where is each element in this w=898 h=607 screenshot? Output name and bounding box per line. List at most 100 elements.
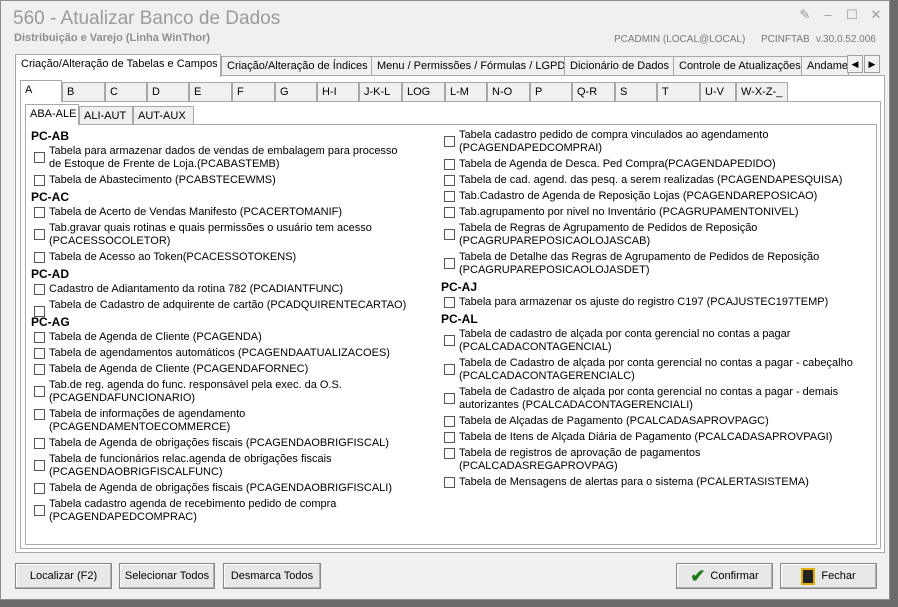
table-checkbox-item[interactable]: Tabela de informações de agendamento (PC…	[31, 408, 411, 434]
checkbox[interactable]	[444, 448, 455, 459]
edit-icon[interactable]: ✎	[796, 7, 814, 23]
tab-scroll-left-icon[interactable]: ◀	[847, 55, 863, 73]
checkbox[interactable]	[444, 416, 455, 427]
select-all-button[interactable]: Selecionar Todos	[119, 563, 215, 589]
tab-ali-aut[interactable]: ALI-AUT	[79, 106, 133, 125]
checkbox[interactable]	[444, 297, 455, 308]
tab-letter-c[interactable]: C	[105, 82, 147, 102]
table-checkbox-item[interactable]: Tabela de Alçadas de Pagamento (PCALCADA…	[441, 415, 861, 428]
checkbox[interactable]	[34, 460, 45, 471]
table-checkbox-item[interactable]: Tabela de Agenda de Cliente (PCAGENDAFOR…	[31, 363, 411, 376]
tab-letter-b[interactable]: B	[62, 82, 105, 102]
tab-letter-p[interactable]: P	[530, 82, 572, 102]
tab-dicionario[interactable]: Dicionário de Dados	[564, 56, 674, 76]
table-checkbox-item[interactable]: Tabela de cad. agend. das pesq. a serem …	[441, 174, 861, 187]
checkbox[interactable]	[34, 306, 45, 317]
checkbox[interactable]	[34, 386, 45, 397]
table-checkbox-item[interactable]: Tabela para armazenar dados de vendas de…	[31, 145, 411, 171]
tab-letter-s[interactable]: S	[615, 82, 657, 102]
table-checkbox-item[interactable]: Tabela de Detalhe das Regras de Agrupame…	[441, 251, 861, 277]
table-checkbox-item[interactable]: Tab.gravar quais rotinas e quais permiss…	[31, 222, 411, 248]
checkbox[interactable]	[34, 207, 45, 218]
checkbox[interactable]	[34, 505, 45, 516]
tab-controle-atualizacoes[interactable]: Controle de Atualizações	[673, 56, 802, 76]
table-checkbox-item[interactable]: Tabela de cadastro de alçada por conta g…	[441, 328, 861, 354]
table-checkbox-item[interactable]: Tabela de Acerto de Vendas Manifesto (PC…	[31, 206, 411, 219]
tab-letter-d[interactable]: D	[147, 82, 189, 102]
checkbox[interactable]	[444, 175, 455, 186]
table-checkbox-item[interactable]: Tabela de Abastecimento (PCABSTECEWMS)	[31, 174, 411, 187]
checkbox[interactable]	[34, 332, 45, 343]
locate-button[interactable]: Localizar (F2)	[15, 563, 112, 589]
table-checkbox-item[interactable]: Tabela de Mensagens de alertas para o si…	[441, 476, 861, 489]
tab-letter-f[interactable]: F	[232, 82, 275, 102]
table-checkbox-item[interactable]: Tabela cadastro agenda de recebimento pe…	[31, 498, 411, 524]
tab-menu-permissoes[interactable]: Menu / Permissões / Fórmulas / LGPD	[371, 56, 565, 76]
minimize-icon[interactable]: –	[819, 7, 837, 23]
table-checkbox-item[interactable]: Tabela de Agenda de obrigações fiscais (…	[31, 437, 411, 450]
table-checkbox-item[interactable]: Tabela de Agenda de Desca. Ped Compra(PC…	[441, 158, 861, 171]
checkbox[interactable]	[34, 252, 45, 263]
checkbox[interactable]	[34, 284, 45, 295]
checkbox[interactable]	[444, 191, 455, 202]
table-checkbox-item[interactable]: Tabela para armazenar os ajuste do regis…	[441, 296, 861, 309]
tab-letter-u-v[interactable]: U-V	[700, 82, 736, 102]
maximize-icon[interactable]: ☐	[843, 7, 861, 23]
table-checkbox-item[interactable]: Tabela de registros de aprovação de paga…	[441, 447, 861, 473]
tab-letter-w-x-z[interactable]: W-X-Z-_	[736, 82, 788, 102]
unselect-all-button[interactable]: Desmarca Todos	[223, 563, 321, 589]
checkbox[interactable]	[34, 348, 45, 359]
table-checkbox-item[interactable]: Tabela de Cadastro de alçada por conta g…	[441, 386, 861, 412]
tab-scroll-right-icon[interactable]: ▶	[864, 55, 880, 73]
tab-letter-t[interactable]: T	[657, 82, 700, 102]
checkbox[interactable]	[444, 258, 455, 269]
checkbox[interactable]	[444, 364, 455, 375]
table-checkbox-item[interactable]: Tabela de Agenda de Cliente (PCAGENDA)	[31, 331, 411, 344]
checkbox[interactable]	[444, 159, 455, 170]
tab-letter-e[interactable]: E	[189, 82, 232, 102]
tab-indices[interactable]: Criação/Alteração de Índices	[221, 56, 372, 76]
confirm-button[interactable]: ✔ Confirmar	[676, 563, 773, 589]
checkbox[interactable]	[444, 335, 455, 346]
table-checkbox-item[interactable]: Tabela de Cadastro de adquirente de cart…	[31, 299, 411, 317]
tab-aut-aux[interactable]: AUT-AUX	[133, 106, 194, 125]
tab-letter-a[interactable]: A	[20, 80, 62, 102]
table-checkbox-item[interactable]: Tabela de funcionários relac.agenda de o…	[31, 453, 411, 479]
table-checkbox-item[interactable]: Cadastro de Adiantamento da rotina 782 (…	[31, 283, 411, 296]
table-checkbox-item[interactable]: Tabela de Itens de Alçada Diária de Paga…	[441, 431, 861, 444]
tab-letter-h-i[interactable]: H-I	[317, 82, 359, 102]
checkbox[interactable]	[34, 229, 45, 240]
checkbox[interactable]	[34, 175, 45, 186]
tab-letter-n-o[interactable]: N-O	[487, 82, 530, 102]
table-checkbox-item[interactable]: Tab.agrupamento por nivel no Inventário …	[441, 206, 861, 219]
table-checkbox-item[interactable]: Tabela de Regras de Agrupamento de Pedid…	[441, 222, 861, 248]
table-checkbox-item[interactable]: Tab.de reg. agenda do func. responsável …	[31, 379, 411, 405]
checkbox[interactable]	[444, 136, 455, 147]
checkbox[interactable]	[34, 438, 45, 449]
tab-letter-j-k-l[interactable]: J-K-L	[359, 82, 402, 102]
table-checkbox-item[interactable]: Tabela cadastro pedido de compra vincula…	[441, 129, 861, 155]
checkbox[interactable]	[444, 229, 455, 240]
checkbox[interactable]	[444, 477, 455, 488]
checkbox[interactable]	[444, 393, 455, 404]
checkbox[interactable]	[444, 432, 455, 443]
tab-aba-ale[interactable]: ABA-ALE	[25, 104, 79, 125]
close-icon[interactable]: ✕	[867, 7, 885, 23]
close-button[interactable]: Fechar	[780, 563, 877, 589]
tab-letter-g[interactable]: G	[275, 82, 317, 102]
checkbox[interactable]	[34, 483, 45, 494]
tab-letter-q-r[interactable]: Q-R	[572, 82, 615, 102]
checkbox[interactable]	[34, 364, 45, 375]
checkbox[interactable]	[34, 152, 45, 163]
table-checkbox-item[interactable]: Tab.Cadastro de Agenda de Reposição Loja…	[441, 190, 861, 203]
tab-tabelas-campos[interactable]: Criação/Alteração de Tabelas e Campos	[15, 54, 221, 77]
tab-letter-l-m[interactable]: L-M	[445, 82, 487, 102]
table-checkbox-item[interactable]: Tabela de Agenda de obrigações fiscais (…	[31, 482, 411, 495]
tab-andamento[interactable]: Andame	[801, 56, 849, 76]
table-checkbox-item[interactable]: Tabela de agendamentos automáticos (PCAG…	[31, 347, 411, 360]
tab-log[interactable]: LOG	[402, 82, 445, 102]
checkbox[interactable]	[34, 409, 45, 420]
table-checkbox-item[interactable]: Tabela de Acesso ao Token(PCACESSOTOKENS…	[31, 251, 411, 264]
table-checkbox-item[interactable]: Tabela de Cadastro de alçada por conta g…	[441, 357, 861, 383]
checkbox[interactable]	[444, 207, 455, 218]
